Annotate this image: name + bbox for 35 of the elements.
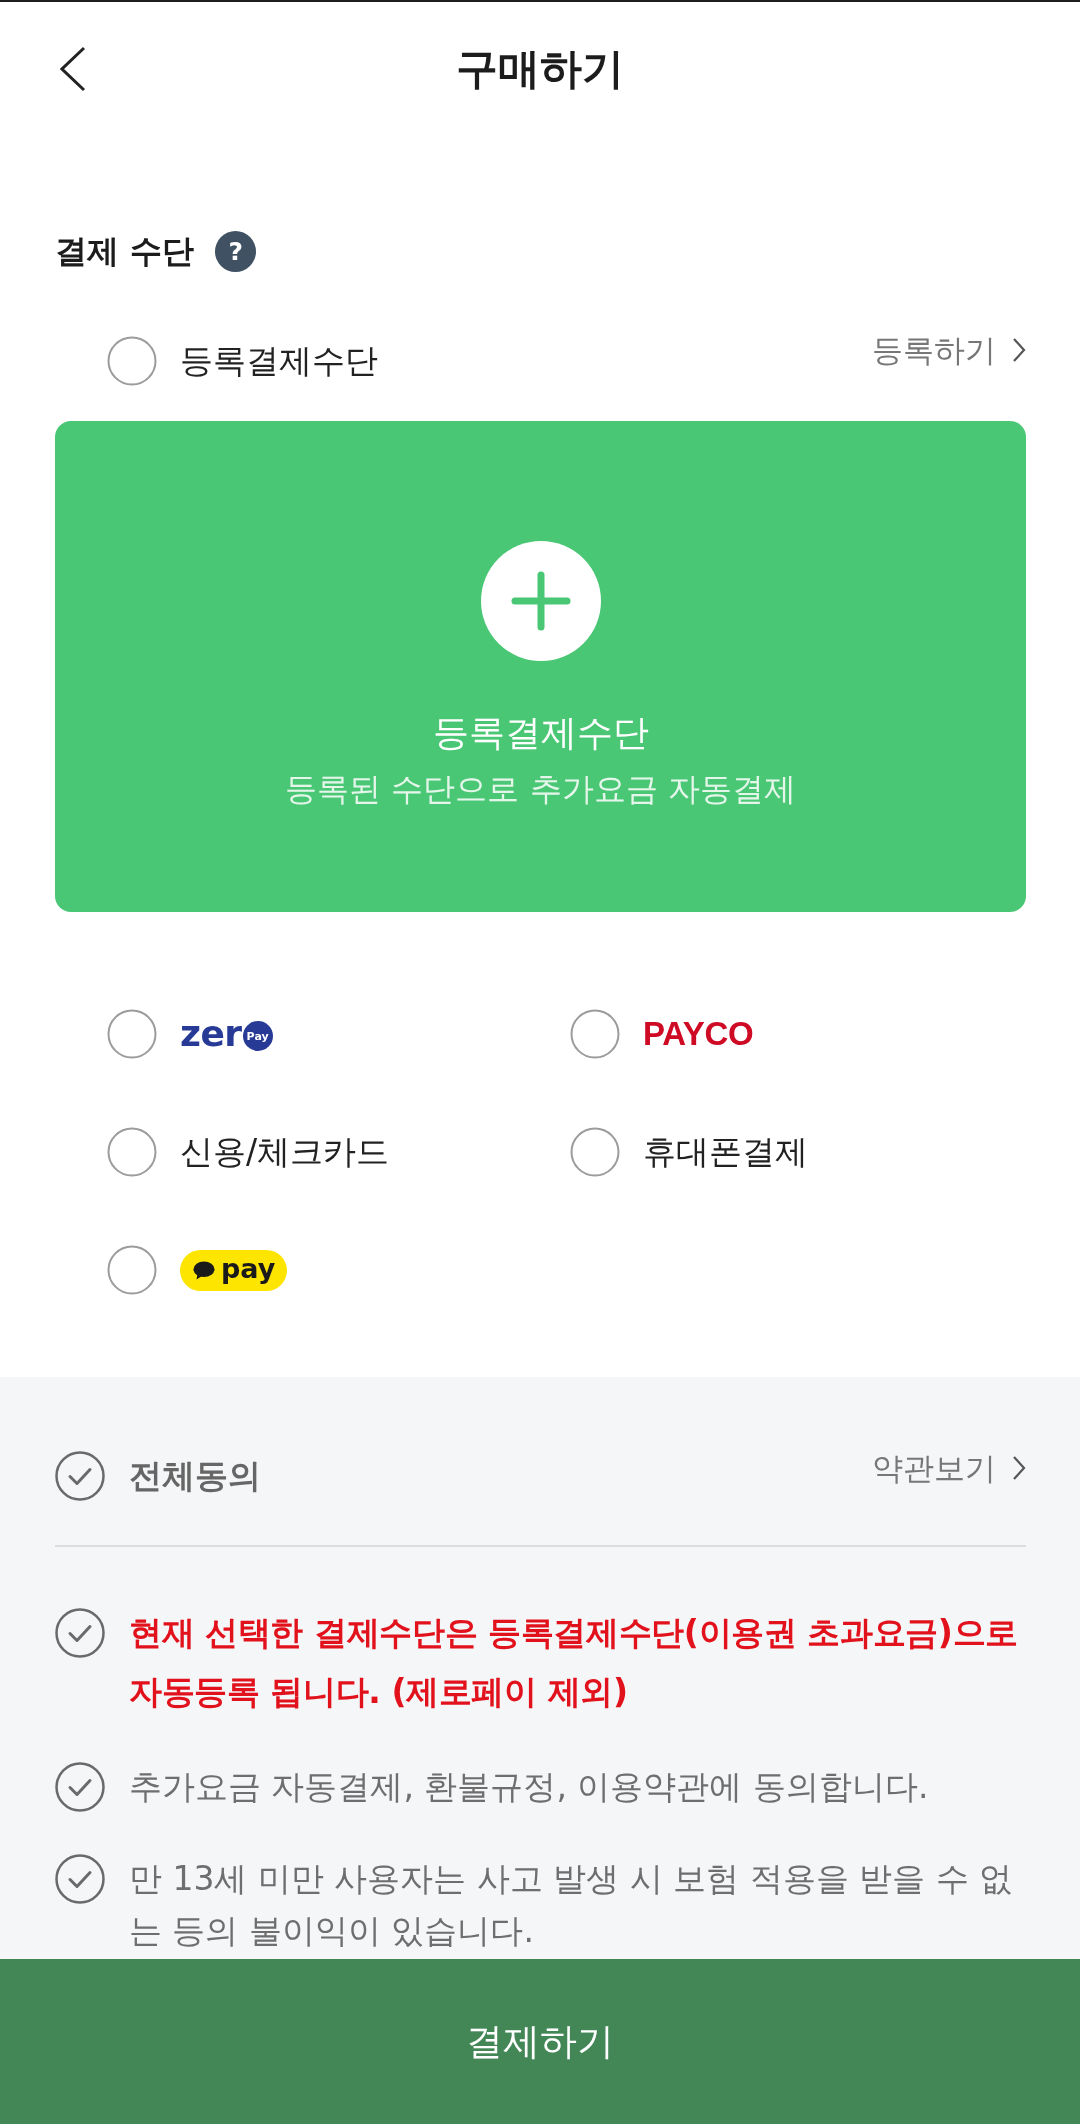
radio-button[interactable] (107, 1127, 157, 1177)
notice-text: 현재 선택한 결제수단은 등록결제수단(이용권 초과요금)으로 자동등록 됩니다. (제로페이 제외) (129, 1612, 1019, 1713)
plus-icon[interactable] (480, 541, 601, 661)
logo-mark[interactable]: Pay (242, 1021, 273, 1051)
radio-button[interactable] (107, 1245, 157, 1295)
agree-checkbox[interactable] (55, 1451, 105, 1501)
radio-button[interactable] (107, 336, 157, 386)
card-title: 등록결제수단 (432, 711, 649, 755)
logo-text[interactable]: pay (221, 1254, 276, 1282)
help-icon[interactable]: ? (215, 230, 257, 272)
option-label[interactable]: 휴대폰결제 (643, 1130, 808, 1174)
option-label[interactable]: 등록결제수단 (180, 339, 378, 383)
chevron-right-icon (1012, 1455, 1026, 1481)
agree-checkbox[interactable] (55, 1762, 105, 1812)
page-title: 구매하기 (456, 44, 624, 94)
pay-logo[interactable]: pay (180, 1249, 288, 1291)
pay-button[interactable]: 결제하기 (0, 1959, 1080, 2124)
radio-button[interactable] (570, 1009, 620, 1059)
agreement-text: 추가요금 자동결제, 환불규정, 이용약관에 동의합니다. (129, 1766, 930, 1808)
radio-button[interactable] (107, 1009, 157, 1059)
card-subtitle: 등록된 수단으로 추가요금 자동결제 (285, 769, 796, 809)
agreement-text: 만 13세 미만 사용자는 사고 발생 시 보험 적용을 받을 수 없는 등의 불이익이 있습니다. (129, 1858, 1014, 1952)
register-link[interactable]: 등록하기 (872, 330, 1026, 370)
logo-text[interactable]: PAYCO (643, 1014, 754, 1054)
section-title: 결제 수단 (55, 231, 195, 272)
option-label[interactable]: 신용/체크카드 (180, 1130, 390, 1174)
radio-button[interactable] (570, 1127, 620, 1177)
back-icon[interactable] (60, 46, 86, 92)
agree-checkbox[interactable] (55, 1854, 105, 1904)
agree-checkbox[interactable] (55, 1608, 105, 1658)
chevron-right-icon (1012, 337, 1026, 363)
speech-bubble-icon (193, 1260, 215, 1280)
logo-text[interactable]: zer (180, 1014, 242, 1054)
agree-all-label[interactable]: 전체동의 (129, 1454, 261, 1498)
terms-link[interactable]: 약관보기 (872, 1448, 1026, 1488)
